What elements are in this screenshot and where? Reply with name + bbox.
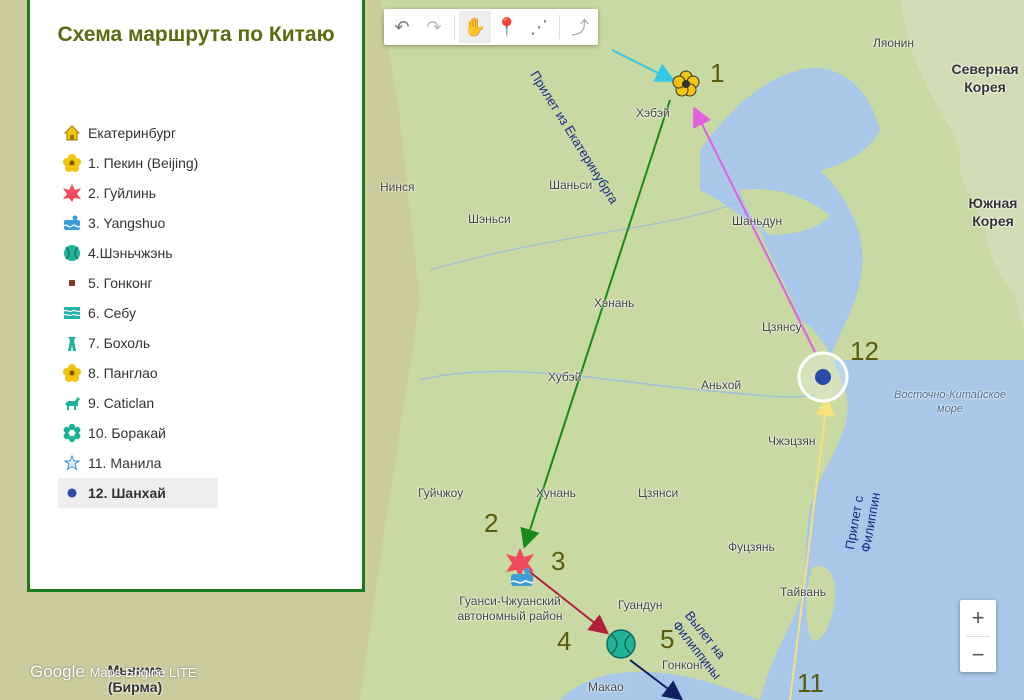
map-label-jiangxi: Цзянси bbox=[638, 486, 679, 500]
legend-item-label: 12. Шанхай bbox=[88, 485, 166, 501]
map-label-guizhou: Гуйчжоу bbox=[418, 486, 464, 500]
legend-item-cebu[interactable]: 6. Себу bbox=[58, 298, 218, 328]
waves-icon bbox=[62, 303, 82, 323]
marker-shenzhen-tennis-ball-icon bbox=[606, 629, 636, 659]
map-label-hunan: Хунань bbox=[536, 486, 576, 500]
legend-item-label: Екатеринбург bbox=[88, 125, 177, 141]
tower-icon bbox=[62, 333, 82, 353]
legend-item-label: 3. Yangshuo bbox=[88, 215, 166, 231]
legend-item-shenzhen[interactable]: 4.Шэньчжэнь bbox=[58, 238, 218, 268]
dot-icon bbox=[62, 483, 82, 503]
map-label-north-korea: Северная Корея bbox=[951, 61, 1019, 95]
route-number-11: 11 bbox=[797, 668, 824, 698]
map-label-liaoning: Ляонин bbox=[873, 36, 915, 50]
zoom-control: + − bbox=[960, 600, 996, 672]
map-label-guangdong: Гуандун bbox=[618, 598, 663, 612]
redo-icon[interactable]: ↷ bbox=[418, 11, 450, 43]
maps-engine-lite-label: Maps Engine LITE bbox=[89, 665, 197, 680]
legend-item-label: 7. Бохоль bbox=[88, 335, 151, 351]
map-label-jiangsu: Цзянсу bbox=[762, 320, 802, 334]
star-burst-icon bbox=[62, 183, 82, 203]
legend-item-manila[interactable]: 11. Манила bbox=[58, 448, 218, 478]
marker-icon[interactable]: 📍 bbox=[491, 11, 523, 43]
route-number-4: 4 bbox=[557, 626, 572, 656]
zoom-out-button[interactable]: − bbox=[960, 637, 996, 673]
map-label-zhejiang: Чжэцзян bbox=[768, 434, 816, 448]
route-number-12: 12 bbox=[850, 336, 879, 366]
flower-icon bbox=[62, 363, 82, 383]
flower-icon bbox=[62, 153, 82, 173]
legend-panel: Схема маршрута по Китаю Екатеринбург 1. … bbox=[27, 0, 365, 592]
legend-item-label: 1. Пекин (Beijing) bbox=[88, 155, 199, 171]
zoom-in-button[interactable]: + bbox=[960, 600, 996, 636]
legend-item-guilin[interactable]: 2. Гуйлинь bbox=[58, 178, 218, 208]
map-label-ningxia: Нинся bbox=[380, 180, 415, 194]
undo-icon[interactable]: ↶ bbox=[386, 11, 418, 43]
map-label-fujian: Фуцзянь bbox=[728, 540, 775, 554]
line-icon[interactable]: ⋰ bbox=[523, 11, 555, 43]
legend-item-boracay[interactable]: 10. Боракай bbox=[58, 418, 218, 448]
legend-list: Екатеринбург 1. Пекин (Beijing) 2. Гуйли… bbox=[58, 118, 218, 508]
star-icon bbox=[62, 453, 82, 473]
legend-title: Схема маршрута по Китаю bbox=[57, 23, 335, 46]
route-number-2: 2 bbox=[484, 508, 499, 538]
legend-item-label: 2. Гуйлинь bbox=[88, 185, 157, 201]
legend-item-caticlan[interactable]: 9. Caticlan bbox=[58, 388, 218, 418]
hand-icon[interactable]: ✋ bbox=[459, 11, 491, 43]
square-icon bbox=[62, 273, 82, 293]
tennis-ball-icon bbox=[62, 243, 82, 263]
legend-item-label: 4.Шэньчжэнь bbox=[88, 245, 173, 261]
legend-item-label: 8. Панглао bbox=[88, 365, 158, 381]
route-number-1: 1 bbox=[710, 58, 725, 88]
map-label-shandong: Шаньдун bbox=[732, 214, 783, 228]
swim-icon bbox=[62, 213, 82, 233]
map-label-taiwan: Тайвань bbox=[780, 585, 826, 599]
house-icon bbox=[62, 123, 82, 143]
map-toolbar: ↶ ↷ ✋ 📍 ⋰ ⤴ bbox=[384, 9, 598, 45]
map-label-east-china-sea: Восточно-Китайское море bbox=[894, 389, 1006, 415]
legend-item-hongkong[interactable]: 5. Гонконг bbox=[58, 268, 218, 298]
map-label-shaanxi: Шэньси bbox=[468, 212, 511, 226]
legend-item-shanghai[interactable]: 12. Шанхай bbox=[58, 478, 218, 508]
legend-item-bohol[interactable]: 7. Бохоль bbox=[58, 328, 218, 358]
flower-ring-icon bbox=[62, 423, 82, 443]
horse-icon bbox=[62, 393, 82, 413]
legend-item-beijing[interactable]: 1. Пекин (Beijing) bbox=[58, 148, 218, 178]
legend-item-ekaterinburg[interactable]: Екатеринбург bbox=[58, 118, 218, 148]
google-wordmark: Google bbox=[30, 662, 85, 681]
legend-item-label: 11. Манила bbox=[88, 455, 162, 471]
legend-item-panglao[interactable]: 8. Панглао bbox=[58, 358, 218, 388]
marker-shanghai-dot-icon bbox=[797, 351, 849, 403]
map-label-henan: Хэнань bbox=[594, 296, 635, 310]
legend-item-label: 5. Гонконг bbox=[88, 275, 153, 291]
map-label-hebei: Хэбэй bbox=[636, 106, 670, 120]
map-label-macao: Макао bbox=[588, 680, 624, 694]
map-label-hubei: Хубэй bbox=[548, 370, 582, 384]
legend-item-yangshuo[interactable]: 3. Yangshuo bbox=[58, 208, 218, 238]
google-logo: Google Maps Engine LITE bbox=[30, 662, 197, 682]
directions-icon[interactable]: ⤴ bbox=[564, 11, 596, 43]
legend-item-label: 9. Caticlan bbox=[88, 395, 155, 411]
route-number-3: 3 bbox=[551, 546, 566, 576]
map-label-shanxi: Шаньси bbox=[549, 178, 593, 192]
map-label-anhui: Аньхой bbox=[701, 378, 742, 392]
legend-item-label: 10. Боракай bbox=[88, 425, 166, 441]
map-label-south-korea: Южная Корея bbox=[968, 195, 1018, 229]
legend-item-label: 6. Себу bbox=[88, 305, 137, 321]
map-label-guangxi: Гуанси-Чжуанский автономный район bbox=[457, 594, 563, 623]
